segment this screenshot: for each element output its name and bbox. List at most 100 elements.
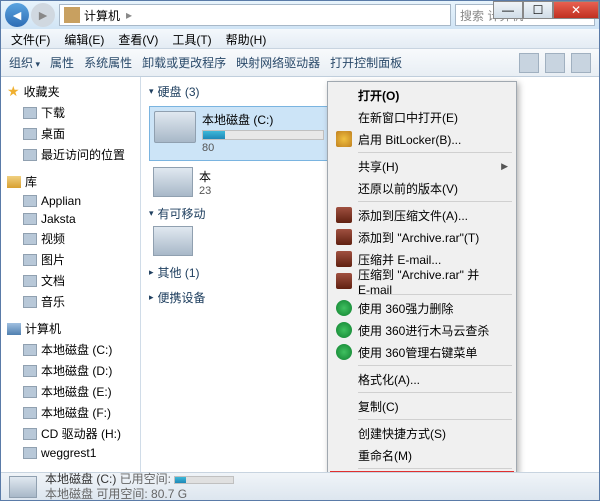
hard-disk-icon <box>9 476 37 498</box>
star-icon: ★ <box>7 83 20 100</box>
sidebar-item-applian[interactable]: Applian <box>1 192 140 210</box>
space-bar <box>174 476 234 484</box>
drive-c[interactable]: 本地磁盘 (C:) 80 <box>149 106 329 161</box>
360-icon <box>336 322 352 338</box>
removable-icon <box>153 226 193 256</box>
computer-icon <box>64 7 80 23</box>
sidebar-item-documents[interactable]: 文档 <box>1 270 140 291</box>
separator <box>358 392 512 393</box>
close-button[interactable]: ✕ <box>553 1 599 19</box>
ctx-360-scan[interactable]: 使用 360进行木马云查杀 <box>330 319 514 341</box>
ctx-360-menu[interactable]: 使用 360管理右键菜单 <box>330 341 514 363</box>
sidebar-item-disk-d[interactable]: 本地磁盘 (D:) <box>1 360 140 381</box>
rar-icon <box>336 229 352 245</box>
toolbar-control-panel[interactable]: 打开控制面板 <box>330 54 402 71</box>
ctx-copy[interactable]: 复制(C) <box>330 395 514 417</box>
folder-icon <box>23 107 37 119</box>
sidebar-item-disk-e[interactable]: 本地磁盘 (E:) <box>1 381 140 402</box>
folder-icon <box>23 447 37 459</box>
folder-icon <box>23 195 37 207</box>
address-text: 计算机 <box>84 7 120 24</box>
ctx-format[interactable]: 格式化(A)... <box>330 368 514 390</box>
folder-icon <box>23 254 37 266</box>
ctx-360-delete[interactable]: 使用 360强力删除 <box>330 297 514 319</box>
sidebar-item-weggrest1[interactable]: weggrest1 <box>1 444 140 462</box>
sidebar: ★收藏夹 下载 桌面 最近访问的位置 库 Applian Jaksta 视频 图… <box>1 77 141 472</box>
submenu-arrow-icon: ▶ <box>501 161 508 172</box>
cd-icon <box>23 428 37 440</box>
sidebar-libraries-header[interactable]: 库 <box>1 171 140 192</box>
ctx-rename[interactable]: 重命名(M) <box>330 444 514 466</box>
space-bar <box>202 130 324 140</box>
ctx-create-shortcut[interactable]: 创建快捷方式(S) <box>330 422 514 444</box>
ctx-properties[interactable]: 属性(R) <box>330 471 514 472</box>
minimize-button[interactable]: — <box>493 1 523 19</box>
sidebar-item-disk-c[interactable]: 本地磁盘 (C:) <box>1 339 140 360</box>
ctx-open-new-window[interactable]: 在新窗口中打开(E) <box>330 106 514 128</box>
ctx-add-archive[interactable]: 添加到压缩文件(A)... <box>330 204 514 226</box>
statusbar: 本地磁盘 (C:) 已用空间: 本地磁盘 可用空间: 80.7 G <box>1 472 599 500</box>
disk-icon <box>23 407 37 419</box>
sidebar-item-desktop[interactable]: 桌面 <box>1 123 140 144</box>
toolbar-uninstall[interactable]: 卸载或更改程序 <box>142 54 226 71</box>
sidebar-item-disk-f[interactable]: 本地磁盘 (F:) <box>1 402 140 423</box>
toolbar-system-properties[interactable]: 系统属性 <box>84 54 132 71</box>
nav-back-button[interactable]: ◄ <box>5 3 29 27</box>
menu-file[interactable]: 文件(F) <box>5 29 56 48</box>
computer-icon <box>7 323 21 335</box>
rar-icon <box>336 251 352 267</box>
menu-help[interactable]: 帮助(H) <box>220 29 273 48</box>
separator <box>358 201 512 202</box>
separator <box>358 365 512 366</box>
folder-icon <box>23 233 37 245</box>
ctx-add-to-archive[interactable]: 添加到 "Archive.rar"(T) <box>330 226 514 248</box>
separator <box>358 152 512 153</box>
folder-icon <box>23 296 37 308</box>
ctx-share[interactable]: 共享(H)▶ <box>330 155 514 177</box>
sidebar-item-jaksta[interactable]: Jaksta <box>1 210 140 228</box>
ctx-restore-previous[interactable]: 还原以前的版本(V) <box>330 177 514 199</box>
maximize-button[interactable]: ☐ <box>523 1 553 19</box>
sidebar-favorites-header[interactable]: ★收藏夹 <box>1 81 140 102</box>
sidebar-item-recent[interactable]: 最近访问的位置 <box>1 144 140 165</box>
sidebar-item-videos[interactable]: 视频 <box>1 228 140 249</box>
menu-edit[interactable]: 编辑(E) <box>58 29 110 48</box>
collapse-icon: ▸ <box>149 267 154 278</box>
hard-disk-icon <box>154 111 196 143</box>
rar-icon <box>336 273 352 289</box>
toolbar-map-network-drive[interactable]: 映射网络驱动器 <box>236 54 320 71</box>
sidebar-item-music[interactable]: 音乐 <box>1 291 140 312</box>
sidebar-item-pictures[interactable]: 图片 <box>1 249 140 270</box>
sidebar-item-downloads[interactable]: 下载 <box>1 102 140 123</box>
disk-icon <box>23 344 37 356</box>
collapse-icon: ▾ <box>149 208 154 219</box>
menu-tools[interactable]: 工具(T) <box>166 29 217 48</box>
nav-forward-button[interactable]: ► <box>31 3 55 27</box>
menubar: 文件(F) 编辑(E) 查看(V) 工具(T) 帮助(H) <box>1 29 599 49</box>
address-bar[interactable]: 计算机 ▸ <box>59 4 451 26</box>
360-icon <box>336 344 352 360</box>
help-icon[interactable] <box>571 53 591 73</box>
rar-icon <box>336 207 352 223</box>
disk-icon <box>23 365 37 377</box>
toolbar-properties[interactable]: 属性 <box>50 54 74 71</box>
preview-pane-icon[interactable] <box>545 53 565 73</box>
ctx-bitlocker[interactable]: 启用 BitLocker(B)... <box>330 128 514 150</box>
menu-view[interactable]: 查看(V) <box>112 29 164 48</box>
ctx-open[interactable]: 打开(O) <box>330 84 514 106</box>
toolbar: 组织 属性 系统属性 卸载或更改程序 映射网络驱动器 打开控制面板 <box>1 49 599 77</box>
body: ★收藏夹 下载 桌面 最近访问的位置 库 Applian Jaksta 视频 图… <box>1 77 599 472</box>
separator <box>358 419 512 420</box>
sidebar-item-cd-drive[interactable]: CD 驱动器 (H:) <box>1 423 140 444</box>
shield-icon <box>336 131 352 147</box>
ctx-zip-email-to[interactable]: 压缩到 "Archive.rar" 并 E-mail <box>330 270 514 292</box>
toolbar-organize[interactable]: 组织 <box>9 54 40 71</box>
sidebar-computer-header[interactable]: 计算机 <box>1 318 140 339</box>
folder-icon <box>23 275 37 287</box>
disk-icon <box>23 386 37 398</box>
view-mode-icon[interactable] <box>519 53 539 73</box>
collapse-icon: ▸ <box>149 292 154 303</box>
context-menu: 打开(O) 在新窗口中打开(E) 启用 BitLocker(B)... 共享(H… <box>327 81 517 472</box>
folder-icon <box>23 128 37 140</box>
hard-disk-icon <box>153 167 193 197</box>
